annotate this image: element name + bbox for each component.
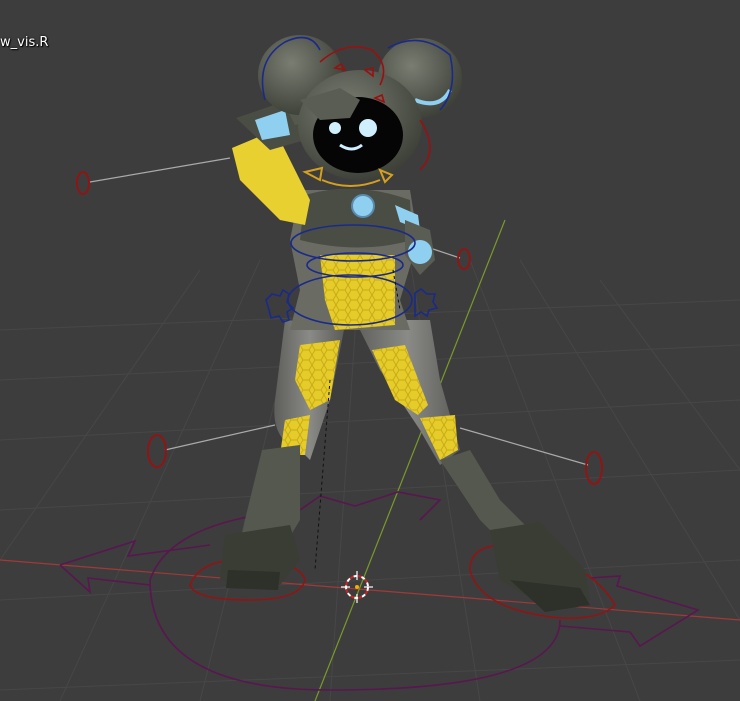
3d-cursor[interactable]	[341, 571, 373, 603]
character-mesh[interactable]	[220, 35, 590, 612]
viewport-canvas[interactable]	[0, 0, 740, 701]
pole-target-arm-left[interactable]	[76, 157, 231, 195]
active-object-label: w_vis.R	[0, 35, 49, 50]
3d-viewport[interactable]: w_vis.R	[0, 0, 740, 701]
pole-target-arm-right[interactable]	[429, 247, 471, 270]
